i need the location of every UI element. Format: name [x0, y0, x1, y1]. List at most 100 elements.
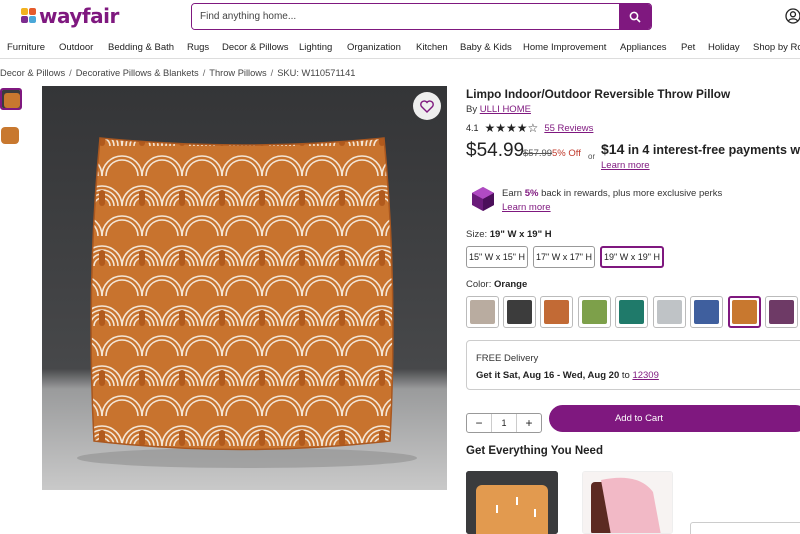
color-swatch[interactable]	[690, 296, 723, 328]
color-swatch[interactable]	[653, 296, 686, 328]
installment-offer: $14 in 4 interest-free payments with	[601, 141, 800, 157]
thumbnail-1[interactable]	[0, 88, 22, 110]
installment-amount: $14	[601, 141, 625, 157]
category-nav: Furniture Outdoor Bedding & Bath Rugs De…	[0, 37, 800, 59]
nav-item-home-improvement[interactable]: Home Improvement	[523, 42, 606, 53]
breadcrumb-link[interactable]: Decor & Pillows	[0, 68, 65, 78]
search-bar	[191, 3, 652, 30]
size-option-17[interactable]: 17" W x 17" H	[533, 246, 595, 268]
by-label: By	[466, 104, 478, 115]
size-option-19[interactable]: 19" W x 19" H	[600, 246, 664, 268]
size-label-text: Size:	[466, 229, 488, 240]
product-title: Limpo Indoor/Outdoor Reversible Throw Pi…	[466, 87, 731, 101]
color-swatch[interactable]	[615, 296, 648, 328]
color-swatch[interactable]	[728, 296, 761, 328]
product-image[interactable]	[42, 86, 447, 490]
recommendation-card[interactable]	[466, 471, 558, 534]
size-option-15[interactable]: 15" W x 15" H	[466, 246, 528, 268]
nav-item-shop-by-room[interactable]: Shop by Ro	[753, 42, 800, 53]
rewards-gem-icon	[472, 187, 494, 211]
quantity-value[interactable]: 1	[491, 414, 517, 432]
favorite-button[interactable]	[413, 92, 441, 120]
star-rating-icon: ★★★★☆	[484, 121, 539, 135]
color-label: Color: Orange	[466, 279, 527, 290]
reviews-link[interactable]: 55 Reviews	[544, 123, 593, 134]
search-input[interactable]	[192, 4, 619, 29]
nav-item-lighting[interactable]: Lighting	[299, 42, 332, 53]
discount-badge: 5% Off	[552, 148, 581, 159]
recommendation-image	[583, 472, 672, 533]
product-brand-line: By ULLI HOME	[466, 104, 531, 115]
nav-item-rugs[interactable]: Rugs	[187, 42, 209, 53]
swatch-fill	[544, 300, 569, 324]
installment-text: in 4 interest-free payments with	[627, 143, 800, 157]
search-icon	[629, 11, 641, 23]
size-label: Size: 19" W x 19" H	[466, 229, 552, 240]
rewards-text: Earn 5% back in rewards, plus more exclu…	[502, 188, 722, 199]
nav-item-appliances[interactable]: Appliances	[620, 42, 666, 53]
thumbnail-image	[0, 125, 22, 147]
swatch-fill	[694, 300, 719, 324]
delivery-eta: Get it Sat, Aug 16 - Wed, Aug 20 to 1230…	[476, 370, 659, 381]
nav-item-decor-pillows[interactable]: Decor & Pillows	[222, 42, 289, 53]
zip-code-link[interactable]: 12309	[632, 370, 658, 381]
sale-price: $54.99	[466, 140, 525, 161]
nav-item-outdoor[interactable]: Outdoor	[59, 42, 93, 53]
logo-text: wayfair	[39, 4, 119, 28]
account-icon[interactable]	[785, 8, 800, 24]
quantity-plus-button[interactable]: +	[517, 416, 541, 430]
add-to-cart-button[interactable]: Add to Cart	[549, 405, 800, 432]
nav-item-baby-kids[interactable]: Baby & Kids	[460, 42, 512, 53]
recommendation-card[interactable]	[690, 522, 800, 534]
nav-item-furniture[interactable]: Furniture	[7, 42, 45, 53]
color-label-text: Color:	[466, 279, 492, 290]
rewards-percent: 5%	[524, 188, 539, 199]
swatch-fill	[769, 300, 794, 324]
nav-item-holiday[interactable]: Holiday	[708, 42, 740, 53]
recommendation-card[interactable]	[582, 471, 673, 534]
breadcrumb-separator: /	[69, 68, 72, 78]
color-swatch[interactable]	[466, 296, 499, 328]
wayfair-logo[interactable]: wayfair	[21, 4, 119, 28]
nav-item-pet[interactable]: Pet	[681, 42, 695, 53]
thumbnail-2[interactable]	[0, 125, 22, 147]
recommendations-heading: Get Everything You Need	[466, 445, 603, 457]
color-swatch[interactable]	[578, 296, 611, 328]
rewards-learn-more-link[interactable]: Learn more	[502, 202, 551, 213]
swatch-fill	[470, 300, 495, 324]
swatch-fill	[507, 300, 532, 324]
color-swatch[interactable]	[765, 296, 798, 328]
heart-icon	[420, 99, 434, 113]
brand-link[interactable]: ULLI HOME	[480, 104, 531, 115]
delivery-to: to	[621, 370, 630, 381]
rating-row: 4.1 ★★★★☆ 55 Reviews	[466, 121, 593, 135]
site-header: wayfair	[0, 0, 800, 34]
original-price: $57.99	[523, 148, 553, 159]
breadcrumb: Decor & Pillows / Decorative Pillows & Bla…	[0, 68, 355, 78]
quantity-minus-button[interactable]: −	[467, 416, 491, 430]
delivery-box: FREE Delivery Get it Sat, Aug 16 - Wed, …	[466, 340, 800, 390]
thumbnail-image	[2, 90, 20, 108]
swatch-fill	[732, 300, 757, 324]
color-selected: Orange	[493, 279, 528, 290]
pillow-image	[42, 86, 447, 490]
color-swatch[interactable]	[540, 296, 573, 328]
color-swatch[interactable]	[503, 296, 536, 328]
sku-text: SKU: W110571141	[277, 68, 356, 78]
nav-item-kitchen[interactable]: Kitchen	[416, 42, 448, 53]
rating-value: 4.1	[466, 123, 479, 133]
installment-learn-more-link[interactable]: Learn more	[601, 160, 650, 171]
nav-item-organization[interactable]: Organization	[347, 42, 401, 53]
rewards-earn: Earn	[502, 188, 523, 199]
recommendation-image	[466, 471, 558, 534]
swatch-fill	[619, 300, 644, 324]
nav-item-bedding-bath[interactable]: Bedding & Bath	[108, 42, 174, 53]
or-label: or	[588, 152, 596, 161]
search-button[interactable]	[619, 4, 651, 29]
breadcrumb-separator: /	[202, 68, 206, 78]
logo-mark-icon	[21, 8, 37, 24]
breadcrumb-link[interactable]: Decorative Pillows & Blankets	[76, 68, 199, 78]
breadcrumb-link[interactable]: Throw Pillows	[209, 68, 266, 78]
size-selected: 19" W x 19" H	[489, 229, 552, 240]
rewards-rest: back in rewards, plus more exclusive per…	[541, 188, 723, 199]
